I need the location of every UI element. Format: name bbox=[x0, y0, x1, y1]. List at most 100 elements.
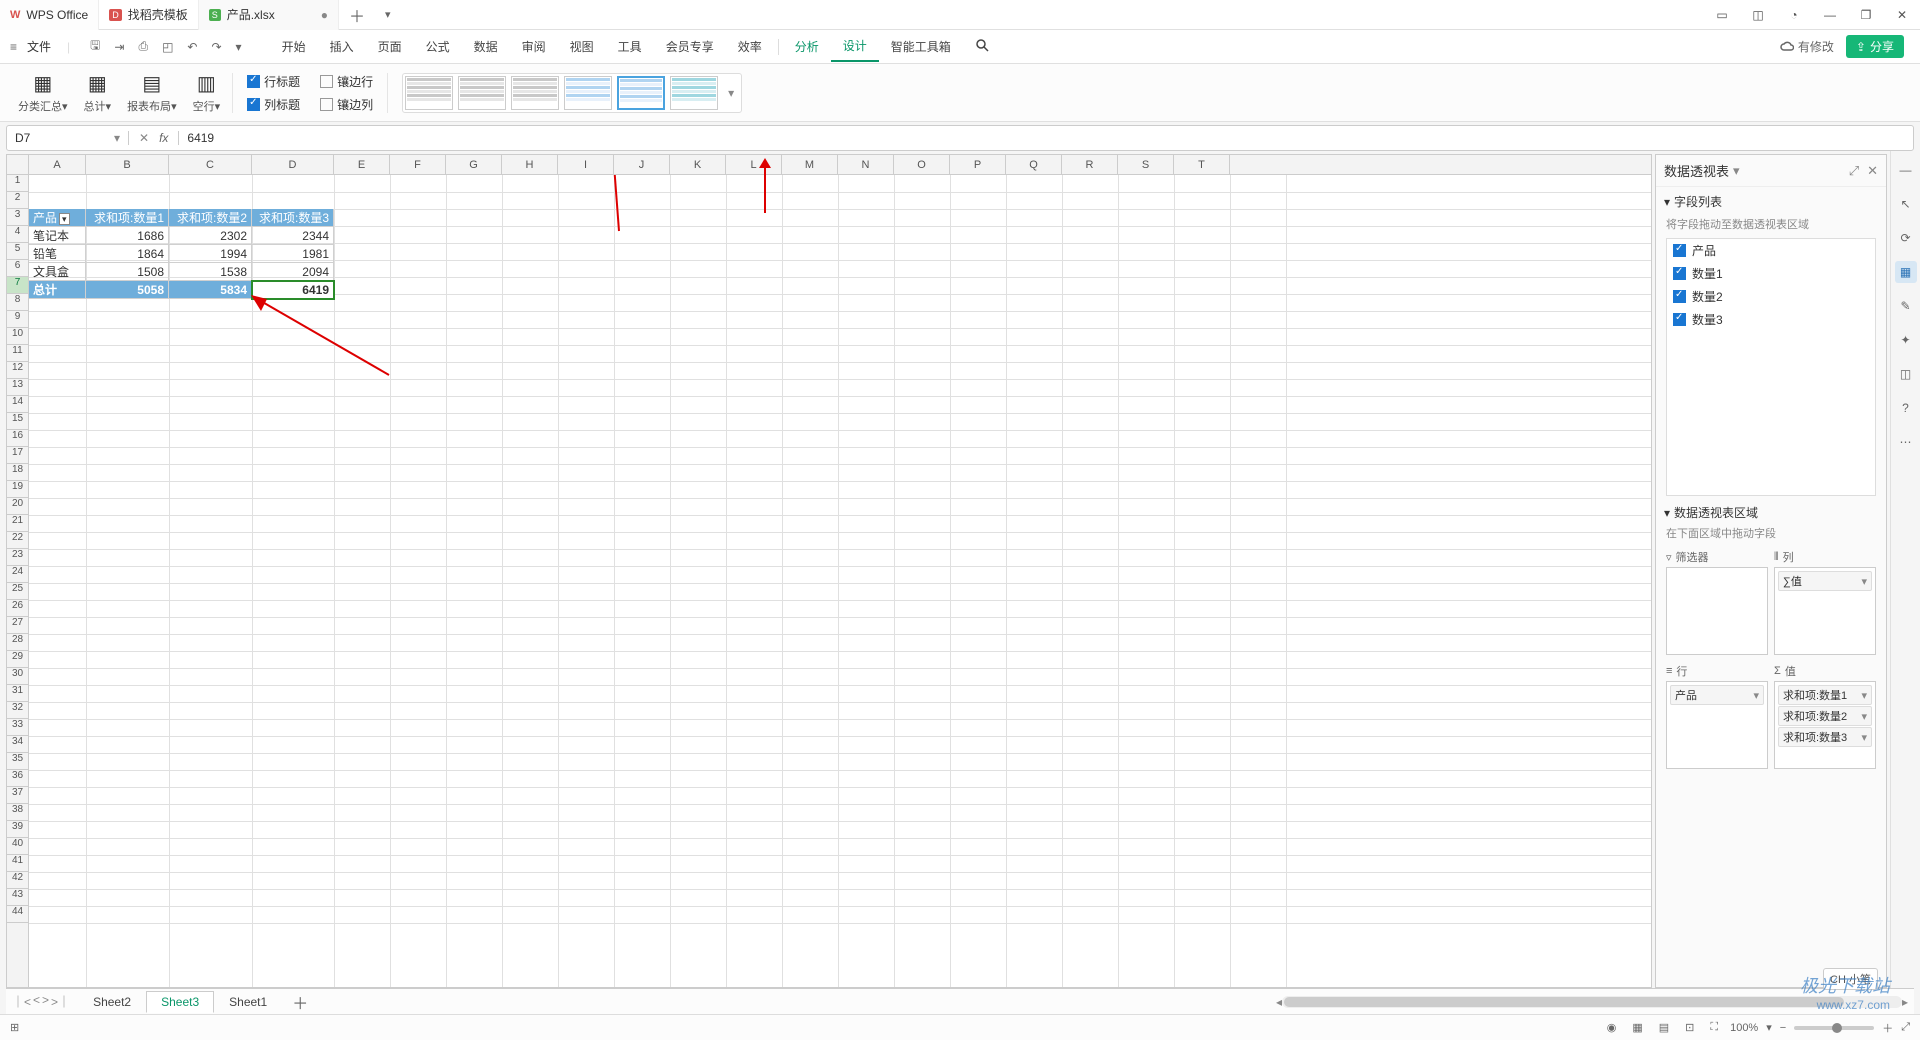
maximize-button[interactable]: ❐ bbox=[1848, 0, 1884, 30]
row-header-37[interactable]: 37 bbox=[7, 787, 28, 804]
row-header-19[interactable]: 19 bbox=[7, 481, 28, 498]
col-header-K[interactable]: K bbox=[670, 155, 726, 174]
ribbon-subtotal[interactable]: ▦分类汇总 ▾ bbox=[10, 71, 76, 114]
caret-icon[interactable]: ▾ bbox=[1664, 506, 1670, 520]
row-header-9[interactable]: 9 bbox=[7, 311, 28, 328]
row-header-23[interactable]: 23 bbox=[7, 549, 28, 566]
view-break-icon[interactable]: ⊡ bbox=[1681, 1019, 1698, 1036]
row-header-3[interactable]: 3 bbox=[7, 209, 28, 226]
row-header-42[interactable]: 42 bbox=[7, 872, 28, 889]
ribbon-layout[interactable]: ▤报表布局 ▾ bbox=[119, 71, 185, 114]
row-header-29[interactable]: 29 bbox=[7, 651, 28, 668]
area-columns[interactable]: ∑值▾ bbox=[1774, 567, 1876, 655]
col-header-I[interactable]: I bbox=[558, 155, 614, 174]
row-header-10[interactable]: 10 bbox=[7, 328, 28, 345]
sheet-next-icon[interactable]: > bbox=[42, 993, 49, 1010]
zoom-slider[interactable] bbox=[1794, 1026, 1874, 1030]
row-header-40[interactable]: 40 bbox=[7, 838, 28, 855]
menu-page[interactable]: 页面 bbox=[366, 32, 414, 61]
row-header-5[interactable]: 5 bbox=[7, 243, 28, 260]
style-swatch-4[interactable] bbox=[564, 76, 612, 110]
row-header-41[interactable]: 41 bbox=[7, 855, 28, 872]
row-header-28[interactable]: 28 bbox=[7, 634, 28, 651]
col-header-J[interactable]: J bbox=[614, 155, 670, 174]
menu-tools[interactable]: 工具 bbox=[606, 32, 654, 61]
pivot-panel-icon[interactable]: ▦ bbox=[1895, 261, 1917, 283]
menu-insert[interactable]: 插入 bbox=[318, 32, 366, 61]
view-full-icon[interactable]: ⛶ bbox=[1706, 1019, 1722, 1036]
menu-review[interactable]: 审阅 bbox=[510, 32, 558, 61]
col-header-O[interactable]: O bbox=[894, 155, 950, 174]
export-icon[interactable]: ⇥ bbox=[110, 38, 128, 56]
row-header-36[interactable]: 36 bbox=[7, 770, 28, 787]
share-button[interactable]: ⇪ 分享 bbox=[1846, 35, 1904, 58]
gallery-more-icon[interactable]: ▾ bbox=[723, 86, 739, 100]
row-header-24[interactable]: 24 bbox=[7, 566, 28, 583]
check-col-header[interactable] bbox=[247, 98, 260, 111]
area-tag-product[interactable]: 产品▾ bbox=[1670, 685, 1764, 705]
minimize-panel-icon[interactable]: — bbox=[1895, 159, 1917, 181]
col-header-B[interactable]: B bbox=[86, 155, 169, 174]
check-band-col[interactable] bbox=[320, 98, 333, 111]
more-icon[interactable]: ⋯ bbox=[1895, 431, 1917, 453]
col-header-T[interactable]: T bbox=[1174, 155, 1230, 174]
select-icon[interactable]: ↖ bbox=[1895, 193, 1917, 215]
col-header-D[interactable]: D bbox=[252, 155, 334, 174]
hscroll-right-icon[interactable]: ▸ bbox=[1902, 995, 1908, 1009]
fullscreen-icon[interactable]: ⤢ bbox=[1901, 1021, 1910, 1034]
minimize-button[interactable]: — bbox=[1812, 0, 1848, 30]
sheet-last-icon[interactable]: >｜ bbox=[51, 993, 70, 1010]
menu-data[interactable]: 数据 bbox=[462, 32, 510, 61]
row-header-30[interactable]: 30 bbox=[7, 668, 28, 685]
undo-icon[interactable]: ↶ bbox=[183, 38, 201, 56]
sheet-tab-3[interactable]: Sheet3 bbox=[146, 991, 214, 1013]
col-header-P[interactable]: P bbox=[950, 155, 1006, 174]
cancel-formula-icon[interactable]: ✕ bbox=[139, 131, 149, 145]
col-header-M[interactable]: M bbox=[782, 155, 838, 174]
area-tag-sigma[interactable]: ∑值▾ bbox=[1778, 571, 1872, 591]
menu-member[interactable]: 会员专享 bbox=[654, 32, 726, 61]
area-tag-qty2[interactable]: 求和项:数量2▾ bbox=[1778, 706, 1872, 726]
row-header-21[interactable]: 21 bbox=[7, 515, 28, 532]
more-dropdown-icon[interactable]: ▾ bbox=[232, 38, 246, 56]
style-swatch-5-selected[interactable] bbox=[617, 76, 665, 110]
row-header-4[interactable]: 4 bbox=[7, 226, 28, 243]
area-filter[interactable] bbox=[1666, 567, 1768, 655]
chevron-down-icon[interactable]: ▾ bbox=[1733, 163, 1740, 179]
row-header-13[interactable]: 13 bbox=[7, 379, 28, 396]
cube-icon[interactable]: ◫ bbox=[1740, 0, 1776, 30]
name-box[interactable]: D7 ▾ bbox=[7, 131, 129, 145]
col-header-A[interactable]: A bbox=[29, 155, 86, 174]
close-panel-icon[interactable]: ✕ bbox=[1867, 163, 1878, 179]
menu-analyze[interactable]: 分析 bbox=[783, 32, 831, 61]
row-header-33[interactable]: 33 bbox=[7, 719, 28, 736]
field-check[interactable] bbox=[1673, 244, 1686, 257]
sheet-tab-1[interactable]: Sheet1 bbox=[214, 991, 282, 1013]
view-normal-icon[interactable]: ▦ bbox=[1628, 1019, 1646, 1036]
ribbon-grandtotal[interactable]: ▦总计 ▾ bbox=[76, 71, 120, 114]
sheet-prev-icon[interactable]: < bbox=[33, 993, 40, 1010]
row-header-2[interactable]: 2 bbox=[7, 192, 28, 209]
row-header-25[interactable]: 25 bbox=[7, 583, 28, 600]
col-header-H[interactable]: H bbox=[502, 155, 558, 174]
doc-tab-spreadsheet[interactable]: S 产品.xlsx ● bbox=[199, 0, 339, 30]
preview-icon[interactable]: ◰ bbox=[158, 38, 177, 56]
check-band-row[interactable] bbox=[320, 75, 333, 88]
sheet-first-icon[interactable]: ｜< bbox=[12, 993, 31, 1010]
print-icon[interactable]: ⎙ bbox=[134, 37, 152, 56]
row-header-38[interactable]: 38 bbox=[7, 804, 28, 821]
area-values[interactable]: 求和项:数量1▾ 求和项:数量2▾ 求和项:数量3▾ bbox=[1774, 681, 1876, 769]
field-check[interactable] bbox=[1673, 267, 1686, 280]
col-header-L[interactable]: L bbox=[726, 155, 782, 174]
row-header-12[interactable]: 12 bbox=[7, 362, 28, 379]
spreadsheet-grid[interactable]: ABCDEFGHIJKLMNOPQRST 1234567891011121314… bbox=[6, 154, 1652, 988]
row-header-20[interactable]: 20 bbox=[7, 498, 28, 515]
menu-icon[interactable]: ≡ bbox=[6, 38, 21, 56]
row-header-15[interactable]: 15 bbox=[7, 413, 28, 430]
file-menu[interactable]: 文件 bbox=[27, 38, 51, 55]
row-header-39[interactable]: 39 bbox=[7, 821, 28, 838]
field-check[interactable] bbox=[1673, 290, 1686, 303]
app-tab[interactable]: W WPS Office bbox=[0, 0, 99, 30]
style-swatch-2[interactable] bbox=[458, 76, 506, 110]
col-header-G[interactable]: G bbox=[446, 155, 502, 174]
